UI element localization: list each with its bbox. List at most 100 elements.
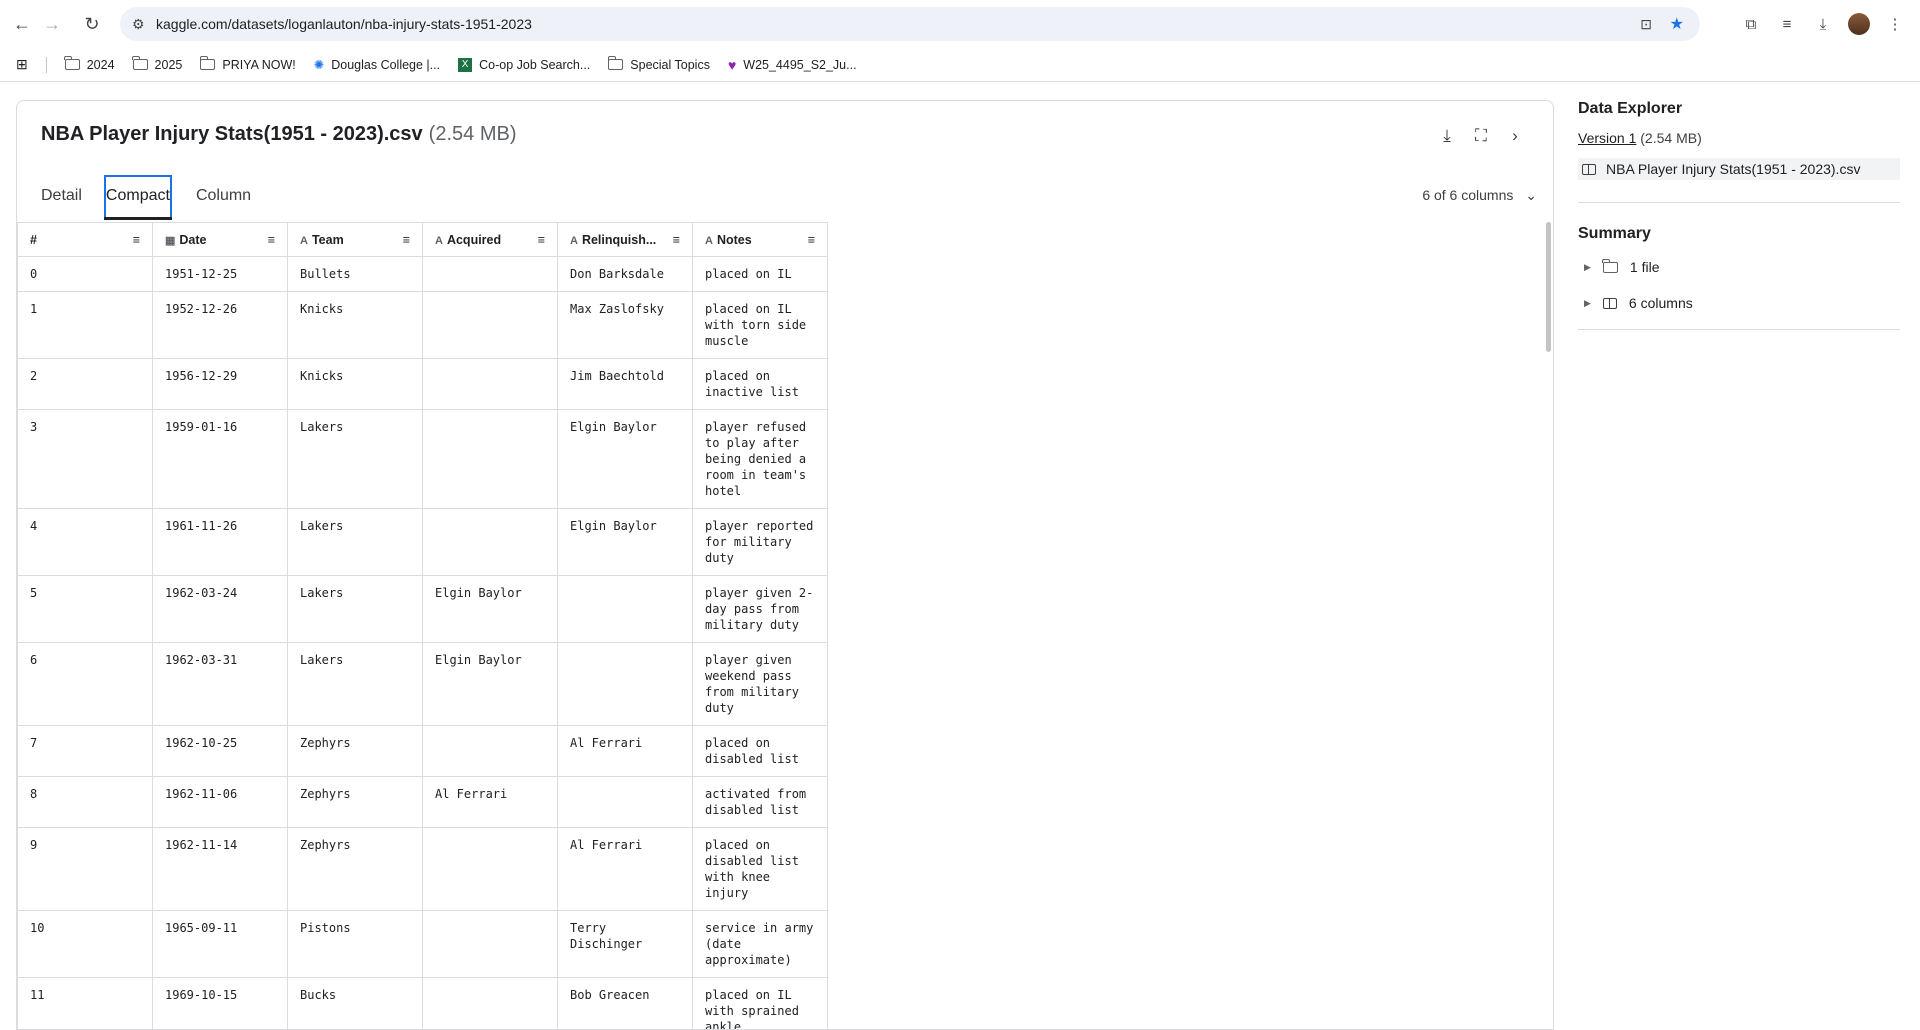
browser-toolbar: ← → ↻ ⚙ kaggle.com/datasets/loganlauton/… bbox=[0, 0, 1920, 48]
column-header-relinquished[interactable]: ARelinquish...≡ bbox=[558, 223, 693, 257]
address-bar[interactable]: ⚙ kaggle.com/datasets/loganlauton/nba-in… bbox=[120, 7, 1700, 41]
column-header-team[interactable]: ATeam≡ bbox=[288, 223, 423, 257]
table-cell: 1961-11-26 bbox=[153, 509, 288, 576]
site-info-icon[interactable]: ⚙ bbox=[132, 16, 145, 33]
url-text: kaggle.com/datasets/loganlauton/nba-inju… bbox=[156, 16, 532, 32]
sort-icon[interactable]: ≡ bbox=[403, 233, 410, 247]
table-cell: 10 bbox=[18, 911, 153, 978]
heart-icon: ♥ bbox=[728, 57, 736, 73]
summary-files-row[interactable]: ▶ 1 file bbox=[1578, 255, 1900, 279]
bookmark-2024[interactable]: 2024 bbox=[65, 58, 115, 72]
column-header-acquired[interactable]: AAcquired≡ bbox=[423, 223, 558, 257]
folder-icon bbox=[1603, 262, 1618, 273]
sort-icon[interactable]: ≡ bbox=[808, 233, 815, 247]
sort-icon[interactable]: ≡ bbox=[133, 233, 140, 247]
table-cell: 11 bbox=[18, 978, 153, 1030]
table-cell bbox=[423, 359, 558, 410]
tab-compact[interactable]: Compact bbox=[104, 175, 172, 217]
table-cell: 1959-01-16 bbox=[153, 410, 288, 509]
version-link[interactable]: Version 1 bbox=[1578, 130, 1636, 146]
table-cell: placed on disabled list with knee injury bbox=[693, 828, 828, 911]
table-cell: placed on inactive list bbox=[693, 359, 828, 410]
bookmark-priya[interactable]: PRIYA NOW! bbox=[200, 58, 295, 72]
table-row: 51962-03-24LakersElgin Baylorplayer give… bbox=[18, 576, 828, 643]
chevron-right-icon[interactable]: › bbox=[1507, 125, 1523, 147]
scrollbar-thumb[interactable] bbox=[1546, 222, 1551, 352]
column-header-notes[interactable]: ANotes≡ bbox=[693, 223, 828, 257]
summary-title: Summary bbox=[1578, 225, 1900, 243]
version-size: (2.54 MB) bbox=[1640, 130, 1701, 146]
bookmark-w25[interactable]: ♥W25_4495_S2_Ju... bbox=[728, 57, 857, 73]
column-header-index[interactable]: #≡ bbox=[18, 223, 153, 257]
bookmark-star-icon[interactable]: ★ bbox=[1670, 14, 1684, 34]
reload-icon[interactable]: ↻ bbox=[78, 10, 106, 38]
install-app-icon[interactable]: ⊡ bbox=[1640, 16, 1652, 33]
table-cell: 0 bbox=[18, 257, 153, 292]
table-cell bbox=[423, 257, 558, 292]
header-label: Relinquish... bbox=[582, 233, 656, 247]
table-cell: Elgin Baylor bbox=[423, 576, 558, 643]
column-count-dropdown[interactable]: 6 of 6 columns ⌄ bbox=[1422, 187, 1537, 204]
apps-grid-icon[interactable]: ⊞ bbox=[16, 56, 28, 73]
bookmark-label: 2025 bbox=[155, 58, 183, 72]
folder-icon bbox=[65, 59, 80, 70]
sort-icon[interactable]: ≡ bbox=[673, 233, 680, 247]
bookmark-coop[interactable]: XCo-op Job Search... bbox=[458, 58, 590, 72]
folder-icon bbox=[200, 59, 215, 70]
chevron-down-icon: ⌄ bbox=[1525, 187, 1537, 203]
table-cell: 2 bbox=[18, 359, 153, 410]
folder-icon bbox=[608, 59, 623, 70]
downloads-icon[interactable]: ⤓ bbox=[1812, 13, 1834, 35]
bookmark-special-topics[interactable]: Special Topics bbox=[608, 58, 710, 72]
table-cell: Zephyrs bbox=[288, 777, 423, 828]
menu-icon[interactable]: ⋮ bbox=[1884, 13, 1906, 35]
table-row: 91962-11-14ZephyrsAl Ferrariplaced on di… bbox=[18, 828, 828, 911]
table-row: 11952-12-26KnicksMax Zaslofskyplaced on … bbox=[18, 292, 828, 359]
column-header-date[interactable]: ▦Date≡ bbox=[153, 223, 288, 257]
table-cell bbox=[423, 509, 558, 576]
string-type-icon: A bbox=[705, 235, 713, 247]
forward-icon[interactable]: → bbox=[38, 10, 66, 38]
table-cell bbox=[423, 292, 558, 359]
back-icon[interactable]: ← bbox=[8, 10, 36, 38]
file-title: NBA Player Injury Stats(1951 - 2023).csv… bbox=[41, 123, 516, 146]
table-cell: Al Ferrari bbox=[423, 777, 558, 828]
table-cell: placed on IL bbox=[693, 257, 828, 292]
bookmark-label: PRIYA NOW! bbox=[222, 58, 295, 72]
table-cell: player given weekend pass from military … bbox=[693, 643, 828, 726]
file-name: NBA Player Injury Stats(1951 - 2023).csv bbox=[41, 123, 423, 145]
table-cell: Bob Greacen bbox=[558, 978, 693, 1030]
table-cell: 1962-03-24 bbox=[153, 576, 288, 643]
bookmark-2025[interactable]: 2025 bbox=[133, 58, 183, 72]
bookmark-douglas[interactable]: ✺Douglas College |... bbox=[314, 57, 440, 72]
caret-right-icon[interactable]: ▶ bbox=[1584, 262, 1591, 273]
fullscreen-icon[interactable]: ⛶ bbox=[1473, 125, 1489, 147]
divider bbox=[1578, 329, 1900, 330]
sidebar-file-name: NBA Player Injury Stats(1951 - 2023).csv bbox=[1606, 161, 1860, 177]
table-cell: Knicks bbox=[288, 359, 423, 410]
table-cell bbox=[423, 410, 558, 509]
header-label: Acquired bbox=[447, 233, 501, 247]
caret-right-icon[interactable]: ▶ bbox=[1584, 298, 1591, 309]
table-cell: player refused to play after being denie… bbox=[693, 410, 828, 509]
table-cell: 4 bbox=[18, 509, 153, 576]
table-cell: placed on IL with torn side muscle bbox=[693, 292, 828, 359]
column-count-label: 6 of 6 columns bbox=[1422, 187, 1513, 203]
table-cell bbox=[558, 643, 693, 726]
table-cell bbox=[423, 726, 558, 777]
summary-columns-row[interactable]: ▶ 6 columns bbox=[1578, 291, 1900, 315]
profile-avatar[interactable] bbox=[1848, 13, 1870, 35]
sidebar-file-item[interactable]: NBA Player Injury Stats(1951 - 2023).csv bbox=[1578, 158, 1900, 180]
douglas-logo-icon: ✺ bbox=[314, 57, 324, 72]
tab-detail[interactable]: Detail bbox=[41, 175, 82, 217]
sort-icon[interactable]: ≡ bbox=[538, 233, 545, 247]
sort-icon[interactable]: ≡ bbox=[268, 233, 275, 247]
download-icon[interactable]: ⤓ bbox=[1439, 125, 1455, 147]
table-cell: 8 bbox=[18, 777, 153, 828]
table-cell: Al Ferrari bbox=[558, 726, 693, 777]
bookmarks-bar: ⊞ 2024 2025 PRIYA NOW! ✺Douglas College … bbox=[0, 48, 1920, 82]
bookmark-label: 2024 bbox=[87, 58, 115, 72]
tab-column[interactable]: Column bbox=[196, 175, 251, 217]
extensions-icon[interactable]: ⧉ bbox=[1740, 13, 1762, 35]
media-control-icon[interactable]: ≡ bbox=[1776, 13, 1798, 35]
